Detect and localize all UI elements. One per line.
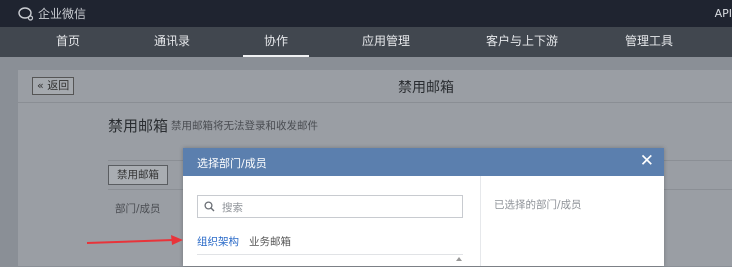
wecom-logo-icon bbox=[18, 6, 34, 21]
page-header: « 返回 禁用邮箱 bbox=[18, 70, 732, 103]
select-members-dialog: 选择部门/成员 ✕ 组织架构 业务邮箱 已选择的部门/成员 bbox=[183, 148, 664, 266]
top-bar: 企业微信 API bbox=[0, 0, 732, 27]
nav-management-tools[interactable]: 管理工具 bbox=[620, 27, 678, 57]
brand-name: 企业微信 bbox=[38, 7, 87, 21]
dialog-title: 选择部门/成员 bbox=[197, 157, 267, 170]
nav-app-management[interactable]: 应用管理 bbox=[360, 27, 412, 57]
main-nav: 首页 通讯录 协作 应用管理 客户与上下游 管理工具 bbox=[0, 27, 732, 57]
disable-mailbox-button[interactable]: 禁用邮箱 bbox=[108, 165, 168, 185]
dialog-header: 选择部门/成员 ✕ bbox=[183, 148, 664, 176]
section-title: 禁用邮箱 bbox=[108, 117, 169, 135]
scroll-up-icon[interactable] bbox=[456, 257, 462, 261]
page-title: 禁用邮箱 bbox=[398, 80, 454, 96]
search-icon bbox=[204, 201, 215, 212]
back-button[interactable]: « 返回 bbox=[32, 77, 75, 95]
tab-org-structure[interactable]: 组织架构 bbox=[197, 234, 239, 249]
nav-contacts[interactable]: 通讯录 bbox=[148, 27, 196, 57]
tab-business-mailbox[interactable]: 业务邮箱 bbox=[249, 234, 291, 249]
nav-customers[interactable]: 客户与上下游 bbox=[482, 27, 562, 57]
org-tree-list[interactable] bbox=[197, 254, 463, 267]
close-icon[interactable]: ✕ bbox=[640, 150, 654, 172]
api-link[interactable]: API bbox=[715, 7, 732, 20]
column-header-department-member: 部门/成员 bbox=[115, 203, 161, 215]
annotation-arrow-icon bbox=[86, 235, 183, 245]
search-input[interactable] bbox=[220, 199, 460, 216]
section-subtitle: 禁用邮箱将无法登录和收发邮件 bbox=[171, 120, 318, 132]
search-field[interactable] bbox=[197, 195, 463, 218]
selected-members-label: 已选择的部门/成员 bbox=[494, 199, 582, 211]
nav-collaboration[interactable]: 协作 bbox=[243, 27, 309, 57]
brand[interactable]: 企业微信 bbox=[18, 5, 86, 22]
nav-home[interactable]: 首页 bbox=[48, 27, 88, 57]
panel-divider bbox=[480, 176, 481, 266]
